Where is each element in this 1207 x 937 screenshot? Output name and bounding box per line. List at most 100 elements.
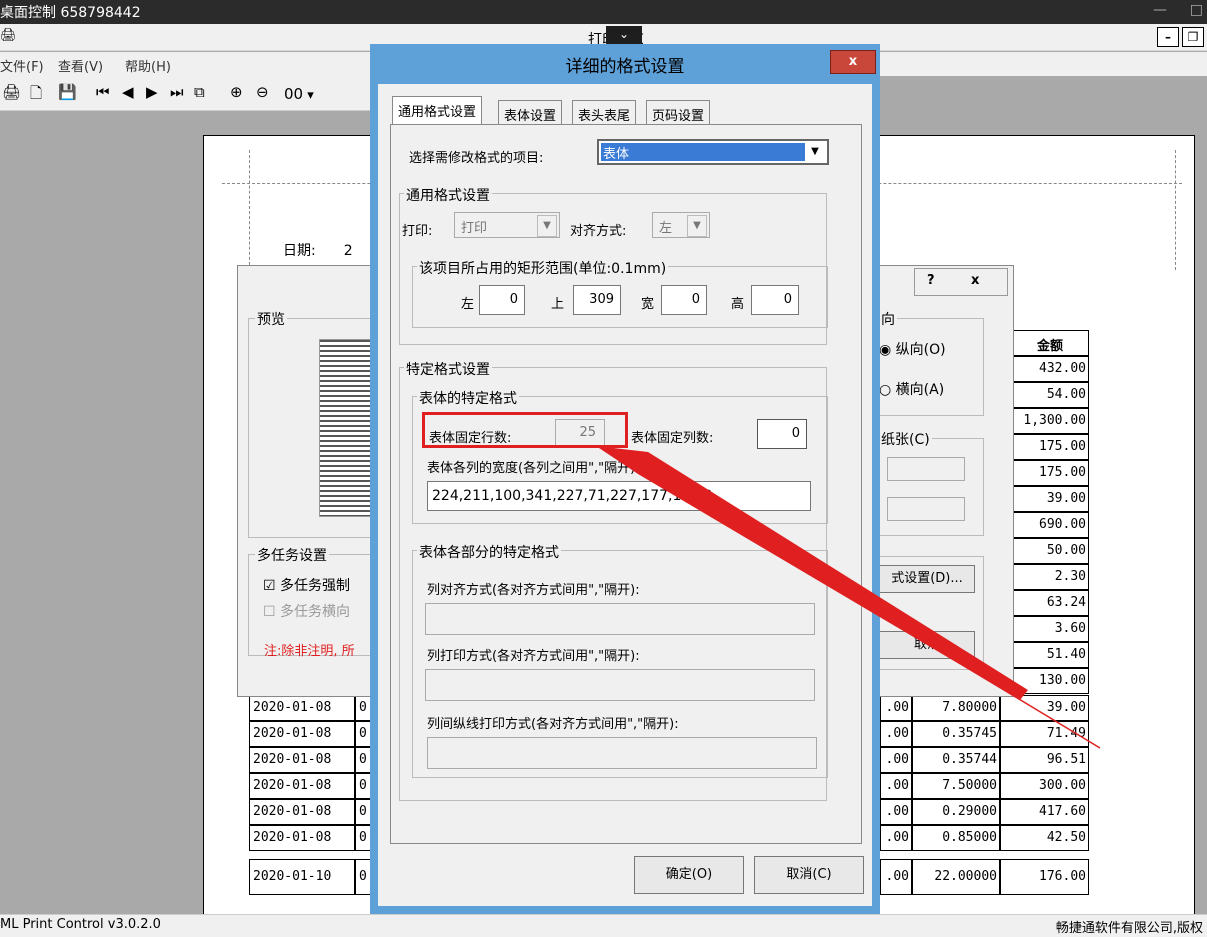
menu-view[interactable]: 查看(V) [58,56,103,75]
ok-button[interactable]: 确定(O) [634,856,744,894]
amount-cell: 2.30 [1011,564,1089,590]
margin-guide [249,150,250,270]
chevron-down-icon: ▼ [537,215,557,237]
app-restore-icon[interactable]: ❐ [1182,27,1204,47]
print-select[interactable]: 打印 ▼ [454,212,560,238]
table-cell-amount: 39.00 [1000,695,1089,721]
col-line-field[interactable] [427,737,817,769]
tab-body[interactable]: 表体设置 [498,100,563,124]
portrait-radio[interactable]: ◉ 纵向(O) [879,339,946,359]
tab-header-footer[interactable]: 表头表尾 [572,100,637,124]
zoom-select[interactable]: 00 ▾ [284,85,314,103]
menu-help[interactable]: 帮助(H) [125,56,171,75]
cancel-button[interactable]: 取消(C) [754,856,864,894]
align-select[interactable]: 左 ▼ [652,212,710,238]
amount-cell: 432.00 [1011,356,1089,382]
table-cell-c3: .00 [880,747,912,773]
table-cell-c2: 0 [355,773,371,799]
body-format-group-title: 表体的特定格式 [417,388,519,408]
paper-group: 纸张(C) [878,429,984,536]
chevron-down-icon: ▼ [811,146,819,157]
save-icon[interactable]: 💾 [58,83,77,101]
landscape-radio[interactable]: ○ 横向(A) [879,379,944,399]
table-cell-amount: 42.50 [1000,825,1089,851]
landscape-label: 横向(A) [895,382,945,398]
paper-width-field[interactable] [887,457,965,481]
table-cell-price: 22.00000 [912,859,1000,895]
multitask-force-label: 多任务强制 [280,578,351,594]
print-label: 打印: [402,224,433,239]
multitask-group-title: 多任务设置 [255,545,329,565]
highlight-box [422,412,628,448]
align-value: 左 [659,221,673,236]
col-width-field[interactable]: 224,211,100,341,227,71,227,177,198,2 [427,481,811,511]
date-label-text: 日期: [283,243,316,259]
amount-cell: 39.00 [1011,486,1089,512]
left-field[interactable]: 0 [479,285,525,315]
select-item-dropdown[interactable]: 表体 ▼ [597,139,829,165]
amount-cell: 130.00 [1011,668,1089,694]
tab-page-number[interactable]: 页码设置 [646,100,711,124]
tab-general[interactable]: 通用格式设置 [392,96,483,126]
amount-cell: 1,300.00 [1011,408,1089,434]
zoom-in-icon[interactable]: ⊕ [230,83,243,101]
table-cell-price: 0.29000 [912,799,1000,825]
remote-window-titlebar: 桌面控制 658798442 — □ [0,0,1207,24]
note-text: 注:除非注明, 所 [264,644,355,659]
date-label: 日期: 2 [283,240,353,260]
status-bar: ML Print Control v3.0.2.0 畅捷通软件有限公司,版权 [0,914,1207,937]
first-page-icon[interactable]: ⏮ [96,83,110,101]
tab-panel: 选择需修改格式的项目: 表体 ▼ 通用格式设置 打印: 打印 ▼ 对齐方式: 左… [390,124,862,844]
amount-cell: 175.00 [1011,460,1089,486]
width-field[interactable]: 0 [661,285,707,315]
table-cell-date: 2020-01-08 [249,747,355,773]
general-format-group-title: 通用格式设置 [404,185,492,205]
zoom-value: 00 [284,85,304,103]
preview-group: 预览 [248,309,390,538]
table-cell-amount: 96.51 [1000,747,1089,773]
multi-page-icon[interactable]: ⧉ [194,83,205,101]
col-align-field[interactable] [425,603,815,635]
date-value: 2 [343,243,353,259]
amount-cell: 63.24 [1011,590,1089,616]
maximize-icon[interactable]: □ [1190,2,1203,18]
top-field[interactable]: 309 [573,285,621,315]
minimize-icon[interactable]: — [1153,2,1167,18]
menu-file[interactable]: 文件(F) [0,56,44,75]
page-icon[interactable]: 🗋 [30,83,42,108]
remote-title: 桌面控制 658798442 [0,5,141,21]
fixed-cols-field[interactable]: 0 [757,419,807,449]
print-icon[interactable]: 🖨 [2,83,21,101]
multitask-force-checkbox[interactable]: ☑ 多任务强制 [263,575,350,595]
table-cell-c2: 0 [355,825,371,851]
bg-cancel-button[interactable]: 取消 [879,631,975,659]
close-button[interactable]: x [971,273,979,288]
preview-group-title: 预览 [255,309,287,329]
app-minimize-icon[interactable]: – [1157,27,1179,47]
paper-height-field[interactable] [887,497,965,521]
table-cell-c2: 0 [355,747,371,773]
help-button[interactable]: ? [927,273,935,288]
table-cell-c3: .00 [880,695,912,721]
height-field[interactable]: 0 [751,285,799,315]
zoom-out-icon[interactable]: ⊖ [256,83,269,101]
special-format-group-title: 特定格式设置 [404,359,492,379]
table-cell-c2: 0 [355,859,371,895]
multitask-landscape-checkbox[interactable]: ☐ 多任务横向 [263,601,350,621]
actions-group: 式设置(D)... 取消 [878,556,984,670]
table-cell-price: 7.80000 [912,695,1000,721]
chevron-down-icon[interactable]: ⌄ [606,26,642,44]
prev-page-icon[interactable]: ◀ [122,83,134,101]
last-page-icon[interactable]: ⏭ [170,83,184,101]
next-page-icon[interactable]: ▶ [146,83,158,101]
left-label: 左 [461,297,475,312]
table-cell-date: 2020-01-10 [249,859,355,895]
col-print-field[interactable] [425,669,815,701]
dialog-close-button[interactable]: x [830,50,876,74]
format-settings-button[interactable]: 式设置(D)... [879,565,975,593]
fixed-cols-label: 表体固定列数: [631,431,714,446]
table-cell-c3: .00 [880,825,912,851]
table-cell-date: 2020-01-08 [249,825,355,851]
table-cell-date: 2020-01-08 [249,721,355,747]
amount-cell: 3.60 [1011,616,1089,642]
